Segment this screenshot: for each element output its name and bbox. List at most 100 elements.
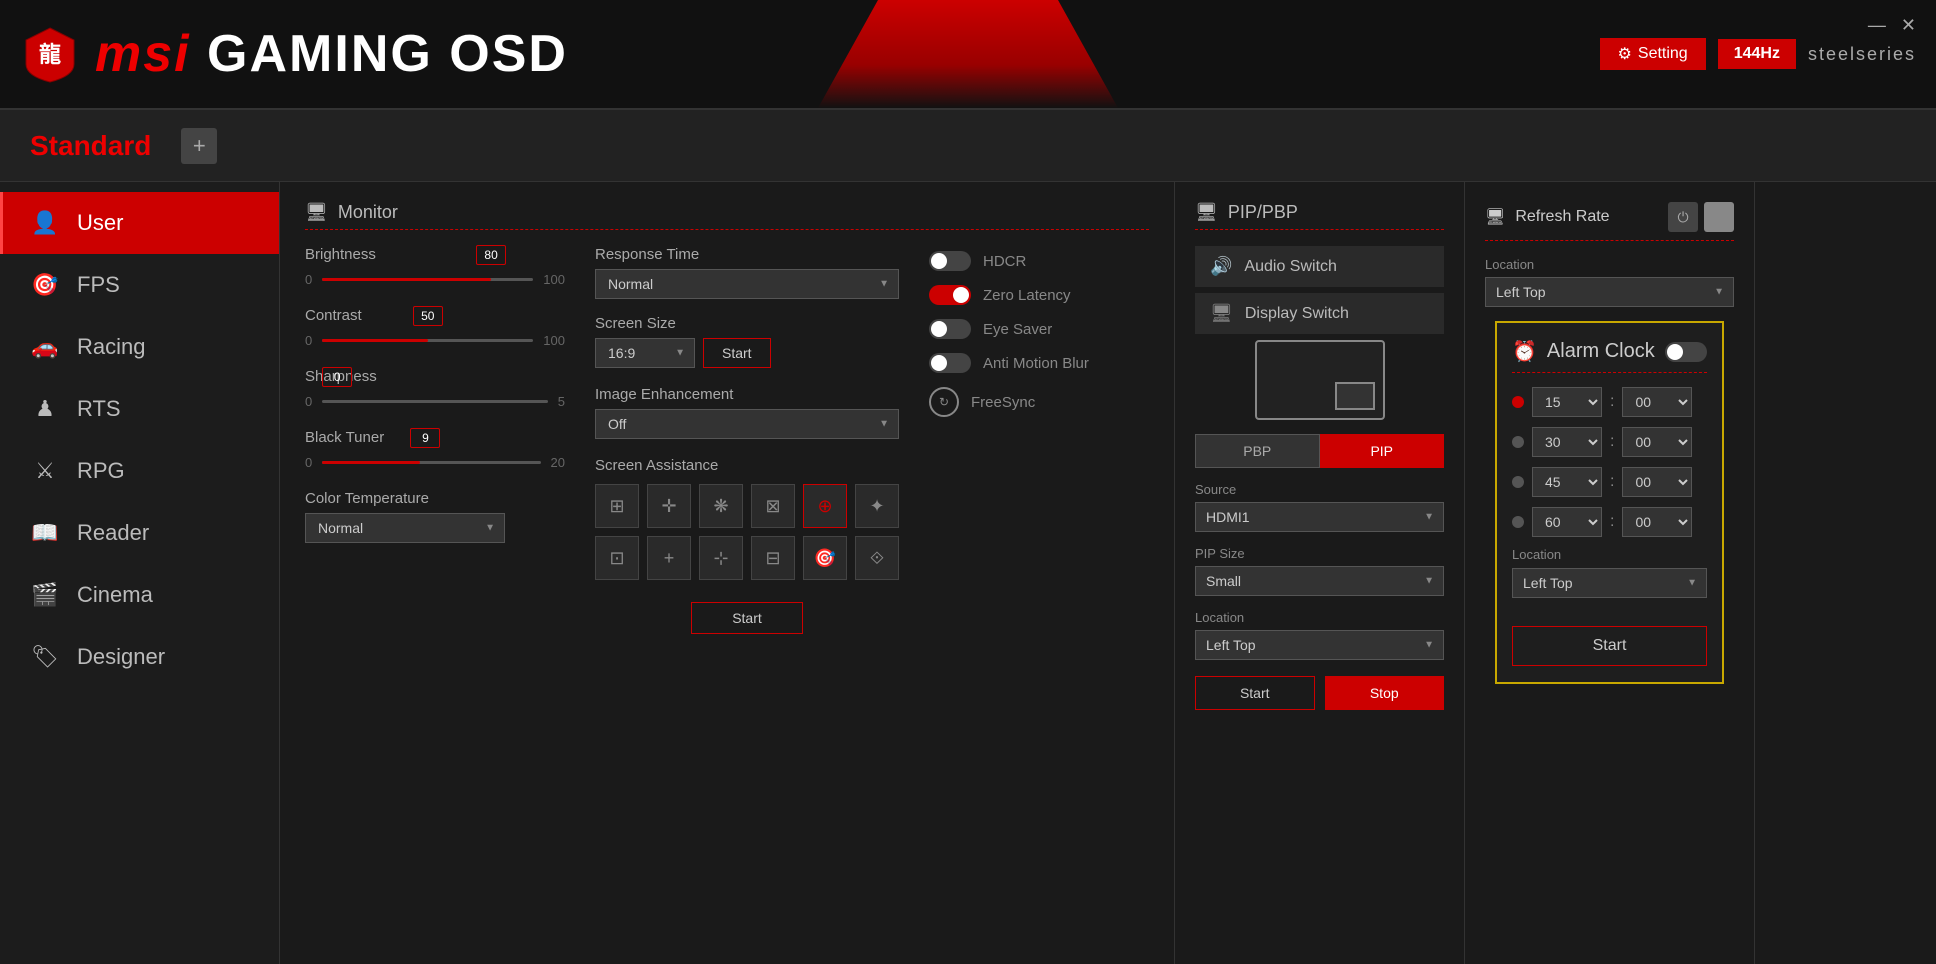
- sharpness-value: 0: [322, 367, 352, 387]
- alarm-minute-4[interactable]: 00: [1622, 507, 1692, 537]
- assist-btn-12[interactable]: ⟐: [855, 536, 899, 580]
- response-time-select[interactable]: Normal Fast Fastest: [595, 269, 899, 299]
- screen-assist-start-button[interactable]: Start: [691, 602, 803, 634]
- sidebar-item-racing[interactable]: 🚗 Racing: [0, 316, 279, 378]
- alarm-dot-3: [1512, 476, 1524, 488]
- hdcr-toggle-row: HDCR: [929, 251, 1149, 271]
- pip-tab[interactable]: PIP: [1320, 434, 1445, 468]
- screen-size-control: Screen Size 16:9 4:3 Auto Start: [595, 315, 899, 368]
- window-controls: — ✕: [1868, 15, 1916, 36]
- assist-btn-5[interactable]: ⊕: [803, 484, 847, 528]
- monitor-panel: 🖥 Monitor Brightness 0: [280, 182, 1175, 964]
- msi-logo: 龍: [20, 24, 80, 84]
- alarm-location-control: Location Left Top Right Top Left Bottom …: [1512, 547, 1707, 598]
- app-title: msi GAMING OSD: [95, 24, 568, 84]
- screen-size-start-button[interactable]: Start: [703, 338, 771, 368]
- setting-button[interactable]: ⚙ Setting: [1600, 38, 1706, 70]
- mode-bar: Standard +: [0, 110, 1936, 182]
- alarm-location-select[interactable]: Left Top Right Top Left Bottom Right Bot…: [1512, 568, 1707, 598]
- hdcr-toggle[interactable]: [929, 251, 971, 271]
- assist-grid: ⊞ ✛ ❋ ⊠ ⊕ ✦ ⊡ + ⊹ ⊟ 🎯 ⟐: [595, 484, 899, 580]
- add-tab-button[interactable]: +: [181, 128, 217, 164]
- alarm-row-4: 60 : 00: [1512, 507, 1707, 537]
- alarm-hour-2[interactable]: 30: [1532, 427, 1602, 457]
- sidebar-item-cinema[interactable]: 🎬 Cinema: [0, 564, 279, 626]
- assist-btn-10[interactable]: ⊟: [751, 536, 795, 580]
- assist-btn-6[interactable]: ✦: [855, 484, 899, 528]
- pbp-tab[interactable]: PBP: [1195, 434, 1320, 468]
- color-temp-select[interactable]: Normal Warm Cool Custom: [305, 513, 505, 543]
- pip-icon: 🖥: [1195, 202, 1218, 223]
- pip-panel: 🖥 PIP/PBP 🔊 Audio Switch 🖥 Display Switc…: [1175, 182, 1465, 964]
- assist-btn-4[interactable]: ⊠: [751, 484, 795, 528]
- pip-preview: [1195, 340, 1444, 420]
- sidebar-item-label: FPS: [77, 272, 120, 298]
- black-tuner-value: 9: [410, 428, 440, 448]
- pip-source-control: Source HDMI1 HDMI2 DP: [1195, 482, 1444, 532]
- response-time-control: Response Time Normal Fast Fastest: [595, 246, 899, 299]
- screen-assist-start-row: Start: [595, 592, 899, 634]
- sidebar-item-label: Cinema: [77, 582, 153, 608]
- sidebar-item-rpg[interactable]: ⚔ RPG: [0, 440, 279, 502]
- minimize-button[interactable]: —: [1868, 15, 1886, 36]
- refresh-rate-panel: 🖥 Refresh Rate ⏻ Location Left Top Right…: [1465, 182, 1755, 964]
- main-layout: 👤 User 🎯 FPS 🚗 Racing ♟ RTS ⚔ RPG 📖 Read…: [0, 182, 1936, 964]
- display-icon: 🖥: [1210, 303, 1233, 324]
- alarm-enable-toggle[interactable]: [1665, 342, 1707, 362]
- assist-btn-9[interactable]: ⊹: [699, 536, 743, 580]
- refresh-location-select[interactable]: Left Top Right Top Left Bottom Right Bot…: [1485, 277, 1734, 307]
- screen-size-select[interactable]: 16:9 4:3 Auto: [595, 338, 695, 368]
- audio-switch-item[interactable]: 🔊 Audio Switch: [1195, 246, 1444, 287]
- alarm-minute-1[interactable]: 00: [1622, 387, 1692, 417]
- monitor-header: 🖥 Monitor: [305, 202, 1149, 223]
- pip-inner-screen: [1335, 382, 1375, 410]
- alarm-hour-1[interactable]: 15: [1532, 387, 1602, 417]
- alarm-minute-2[interactable]: 00: [1622, 427, 1692, 457]
- alarm-icon: ⏰: [1512, 339, 1537, 364]
- brightness-control: Brightness 0 80 100: [305, 246, 565, 289]
- pip-location-select[interactable]: Left Top Right Top Left Bottom Right Bot…: [1195, 630, 1444, 660]
- sidebar-item-designer[interactable]: 🏷 Designer: [0, 626, 279, 688]
- refresh-power-btn-1[interactable]: ⏻: [1668, 202, 1698, 232]
- anti-motion-blur-toggle[interactable]: [929, 353, 971, 373]
- sidebar-item-user[interactable]: 👤 User: [0, 192, 279, 254]
- alarm-row-3: 45 : 00: [1512, 467, 1707, 497]
- assist-btn-11[interactable]: 🎯: [803, 536, 847, 580]
- pip-header: 🖥 PIP/PBP: [1195, 202, 1444, 223]
- reader-icon: 📖: [31, 520, 59, 546]
- sidebar-item-rts[interactable]: ♟ RTS: [0, 378, 279, 440]
- eye-saver-toggle-row: Eye Saver: [929, 319, 1149, 339]
- contrast-value: 50: [413, 306, 443, 326]
- gear-icon: ⚙: [1618, 44, 1632, 64]
- zero-latency-toggle[interactable]: [929, 285, 971, 305]
- refresh-header: 🖥 Refresh Rate ⏻: [1485, 202, 1734, 232]
- assist-btn-3[interactable]: ❋: [699, 484, 743, 528]
- assist-btn-7[interactable]: ⊡: [595, 536, 639, 580]
- assist-btn-1[interactable]: ⊞: [595, 484, 639, 528]
- alarm-hour-3[interactable]: 45: [1532, 467, 1602, 497]
- image-enhancement-select[interactable]: Off Low Medium High Strongest: [595, 409, 899, 439]
- pip-stop-button[interactable]: Stop: [1325, 676, 1445, 710]
- refresh-power-btn-2[interactable]: [1704, 202, 1734, 232]
- sidebar-item-fps[interactable]: 🎯 FPS: [0, 254, 279, 316]
- alarm-hour-4[interactable]: 60: [1532, 507, 1602, 537]
- pip-size-select[interactable]: Small Medium Large: [1195, 566, 1444, 596]
- alarm-minute-3[interactable]: 00: [1622, 467, 1692, 497]
- alarm-clock-panel: ⏰ Alarm Clock 15 : 00: [1495, 321, 1724, 684]
- cinema-icon: 🎬: [31, 582, 59, 608]
- user-icon: 👤: [31, 210, 59, 236]
- assist-btn-2[interactable]: ✛: [647, 484, 691, 528]
- eye-saver-toggle[interactable]: [929, 319, 971, 339]
- brightness-value: 80: [476, 245, 506, 265]
- sidebar-item-reader[interactable]: 📖 Reader: [0, 502, 279, 564]
- display-switch-item[interactable]: 🖥 Display Switch: [1195, 293, 1444, 334]
- sidebar-item-label: Designer: [77, 644, 165, 670]
- color-temp-control: Color Temperature Normal Warm Cool Custo…: [305, 490, 565, 543]
- alarm-start-button[interactable]: Start: [1512, 626, 1707, 666]
- audio-icon: 🔊: [1210, 256, 1232, 277]
- pip-start-button[interactable]: Start: [1195, 676, 1315, 710]
- assist-btn-8[interactable]: +: [647, 536, 691, 580]
- pip-source-select[interactable]: HDMI1 HDMI2 DP: [1195, 502, 1444, 532]
- close-button[interactable]: ✕: [1901, 15, 1916, 36]
- alarm-header: ⏰ Alarm Clock: [1512, 339, 1707, 364]
